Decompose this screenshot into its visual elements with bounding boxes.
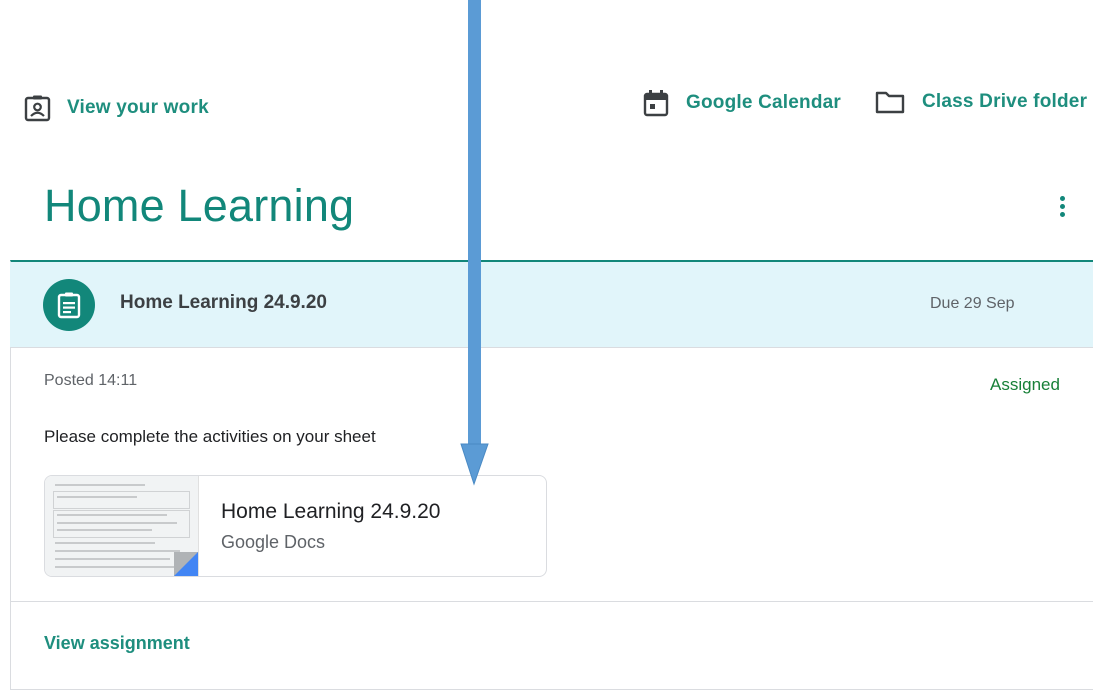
- due-date: Due 29 Sep: [930, 295, 1015, 312]
- card-divider: [10, 601, 1093, 602]
- more-options-icon[interactable]: [1052, 196, 1072, 224]
- class-drive-folder-link[interactable]: Class Drive folder: [875, 89, 1087, 115]
- posted-time: Posted 14:11: [44, 372, 138, 389]
- attachment-type: Google Docs: [221, 532, 326, 552]
- assignment-description: Please complete the activities on your s…: [44, 427, 376, 446]
- assignment-icon: [43, 279, 95, 331]
- topic-title: Home Learning: [44, 180, 355, 231]
- view-your-work-label: View your work: [67, 97, 209, 118]
- attachment-card[interactable]: Home Learning 24.9.20 Google Docs: [44, 475, 547, 577]
- calendar-icon: [643, 89, 669, 117]
- attachment-title: Home Learning 24.9.20: [221, 500, 441, 523]
- assignment-title[interactable]: Home Learning 24.9.20: [120, 292, 327, 314]
- view-work-icon: [24, 94, 51, 122]
- google-calendar-link[interactable]: Google Calendar: [643, 89, 841, 117]
- google-calendar-label: Google Calendar: [686, 92, 842, 113]
- folder-icon: [875, 89, 905, 115]
- document-thumbnail: [45, 476, 199, 576]
- view-your-work-link[interactable]: View your work: [24, 94, 209, 122]
- view-assignment-link[interactable]: View assignment: [44, 633, 190, 654]
- docs-corner-icon: [174, 552, 198, 576]
- status-badge: Assigned: [990, 375, 1060, 394]
- class-drive-folder-label: Class Drive folder: [922, 91, 1088, 112]
